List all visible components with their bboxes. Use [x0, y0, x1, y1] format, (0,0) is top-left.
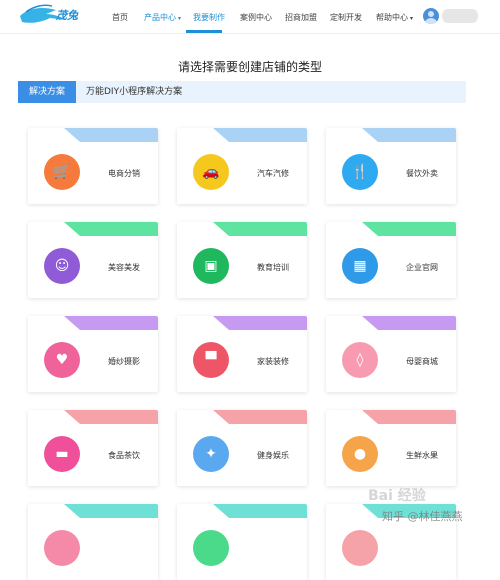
- fruit-icon: ●: [342, 436, 378, 472]
- page-title: 请选择需要创建店铺的类型: [177, 60, 322, 74]
- nav-help[interactable]: 帮助中心 ▾: [376, 12, 413, 23]
- store-type-card[interactable]: 🚗 汽车汽修: [177, 128, 307, 204]
- store-type-label: 母婴商城: [406, 357, 438, 366]
- card-ribbon: [362, 222, 456, 236]
- category-icon: [342, 530, 378, 566]
- nav-franchise[interactable]: 招商加盟: [285, 12, 317, 23]
- store-type-card[interactable]: ♥ 婚纱摄影: [28, 316, 158, 392]
- store-type-card[interactable]: 🍴 餐饮外卖: [326, 128, 456, 204]
- beauty-face-glyph: ☺: [54, 258, 70, 274]
- baby-bottle-glyph: ◊: [356, 352, 364, 368]
- paint-roller-icon: ▀: [193, 342, 229, 378]
- store-type-card[interactable]: ▣ 教育培训: [177, 222, 307, 298]
- card-ribbon: [213, 222, 307, 236]
- fork-knife-icon: 🍴: [342, 154, 378, 190]
- store-type-card[interactable]: ● 生鲜水果: [326, 410, 456, 486]
- nav-create[interactable]: 我要制作: [193, 12, 225, 23]
- nav-products-label: 产品中心: [144, 13, 176, 22]
- card-ribbon: [64, 316, 158, 330]
- logo-text: 茂兔: [56, 9, 78, 22]
- nav-custom-dev[interactable]: 定制开发: [330, 12, 362, 23]
- store-type-card[interactable]: ▀ 家装装修: [177, 316, 307, 392]
- card-ribbon: [362, 316, 456, 330]
- username-blurred[interactable]: [442, 9, 478, 23]
- store-type-card[interactable]: ▬ 食品茶饮: [28, 410, 158, 486]
- nav-cases[interactable]: 案例中心: [240, 12, 272, 23]
- nav-home[interactable]: 首页: [112, 12, 128, 23]
- store-type-card[interactable]: ☺ 美容美发: [28, 222, 158, 298]
- wedding-couple-icon: ♥: [44, 342, 80, 378]
- watermark-baidu: Bai 经验: [368, 488, 426, 504]
- active-nav-indicator: [186, 30, 222, 33]
- building-glyph: ▦: [353, 258, 367, 274]
- store-type-label: 汽车汽修: [257, 169, 289, 178]
- blackboard-glyph: ▣: [204, 258, 218, 274]
- store-type-label: 企业官网: [406, 263, 438, 272]
- solution-tabbar: 解决方案 万能DIY小程序解决方案: [18, 81, 466, 103]
- card-ribbon: [64, 128, 158, 142]
- store-type-card[interactable]: ✦ 健身娱乐: [177, 410, 307, 486]
- store-type-card-partial[interactable]: [28, 504, 158, 580]
- card-ribbon: [213, 316, 307, 330]
- car-glyph: 🚗: [202, 164, 220, 180]
- store-type-card-partial[interactable]: [177, 504, 307, 580]
- fork-knife-glyph: 🍴: [351, 164, 369, 180]
- tab-diy-solution[interactable]: 万能DIY小程序解决方案: [86, 81, 182, 103]
- card-ribbon: [362, 128, 456, 142]
- store-type-label: 婚纱摄影: [108, 357, 140, 366]
- shopping-cart-glyph: 🛒: [53, 164, 71, 180]
- baby-bottle-icon: ◊: [342, 342, 378, 378]
- fruit-glyph: ●: [353, 446, 367, 462]
- card-ribbon: [213, 504, 307, 518]
- wedding-couple-glyph: ♥: [55, 352, 69, 368]
- card-ribbon: [213, 410, 307, 424]
- card-ribbon: [64, 410, 158, 424]
- store-type-label: 美容美发: [108, 263, 140, 272]
- store-type-label: 生鲜水果: [406, 451, 438, 460]
- store-type-label: 食品茶饮: [108, 451, 140, 460]
- store-type-label: 教育培训: [257, 263, 289, 272]
- top-nav: 茂兔 首页 产品中心 ▾ 我要制作 案例中心 招商加盟 定制开发 帮助中心 ▾: [0, 0, 500, 34]
- food-icon: ▬: [44, 436, 80, 472]
- store-type-label: 电商分销: [108, 169, 140, 178]
- card-ribbon: [213, 128, 307, 142]
- nav-help-label: 帮助中心: [376, 13, 408, 22]
- tab-solutions[interactable]: 解决方案: [18, 81, 76, 103]
- store-type-card[interactable]: ▦ 企业官网: [326, 222, 456, 298]
- store-type-card[interactable]: ◊ 母婴商城: [326, 316, 456, 392]
- building-icon: ▦: [342, 248, 378, 284]
- dumbbell-glyph: ✦: [205, 446, 217, 462]
- beauty-face-icon: ☺: [44, 248, 80, 284]
- avatar[interactable]: [423, 8, 439, 24]
- watermark-zhihu: 知乎 @林佳燕燕: [382, 510, 463, 523]
- category-icon: [193, 530, 229, 566]
- card-ribbon: [64, 504, 158, 518]
- car-icon: 🚗: [193, 154, 229, 190]
- food-glyph: ▬: [55, 446, 69, 462]
- card-ribbon: [362, 410, 456, 424]
- dumbbell-icon: ✦: [193, 436, 229, 472]
- shopping-cart-icon: 🛒: [44, 154, 80, 190]
- paint-roller-glyph: ▀: [205, 352, 217, 368]
- store-type-label: 家装装修: [257, 357, 289, 366]
- blackboard-icon: ▣: [193, 248, 229, 284]
- chevron-down-icon: ▾: [410, 15, 414, 22]
- chevron-down-icon: ▾: [178, 15, 182, 22]
- card-ribbon: [64, 222, 158, 236]
- nav-products[interactable]: 产品中心 ▾: [144, 12, 181, 23]
- store-type-label: 餐饮外卖: [406, 169, 438, 178]
- category-icon: [44, 530, 80, 566]
- store-type-card[interactable]: 🛒 电商分销: [28, 128, 158, 204]
- store-type-label: 健身娱乐: [257, 451, 289, 460]
